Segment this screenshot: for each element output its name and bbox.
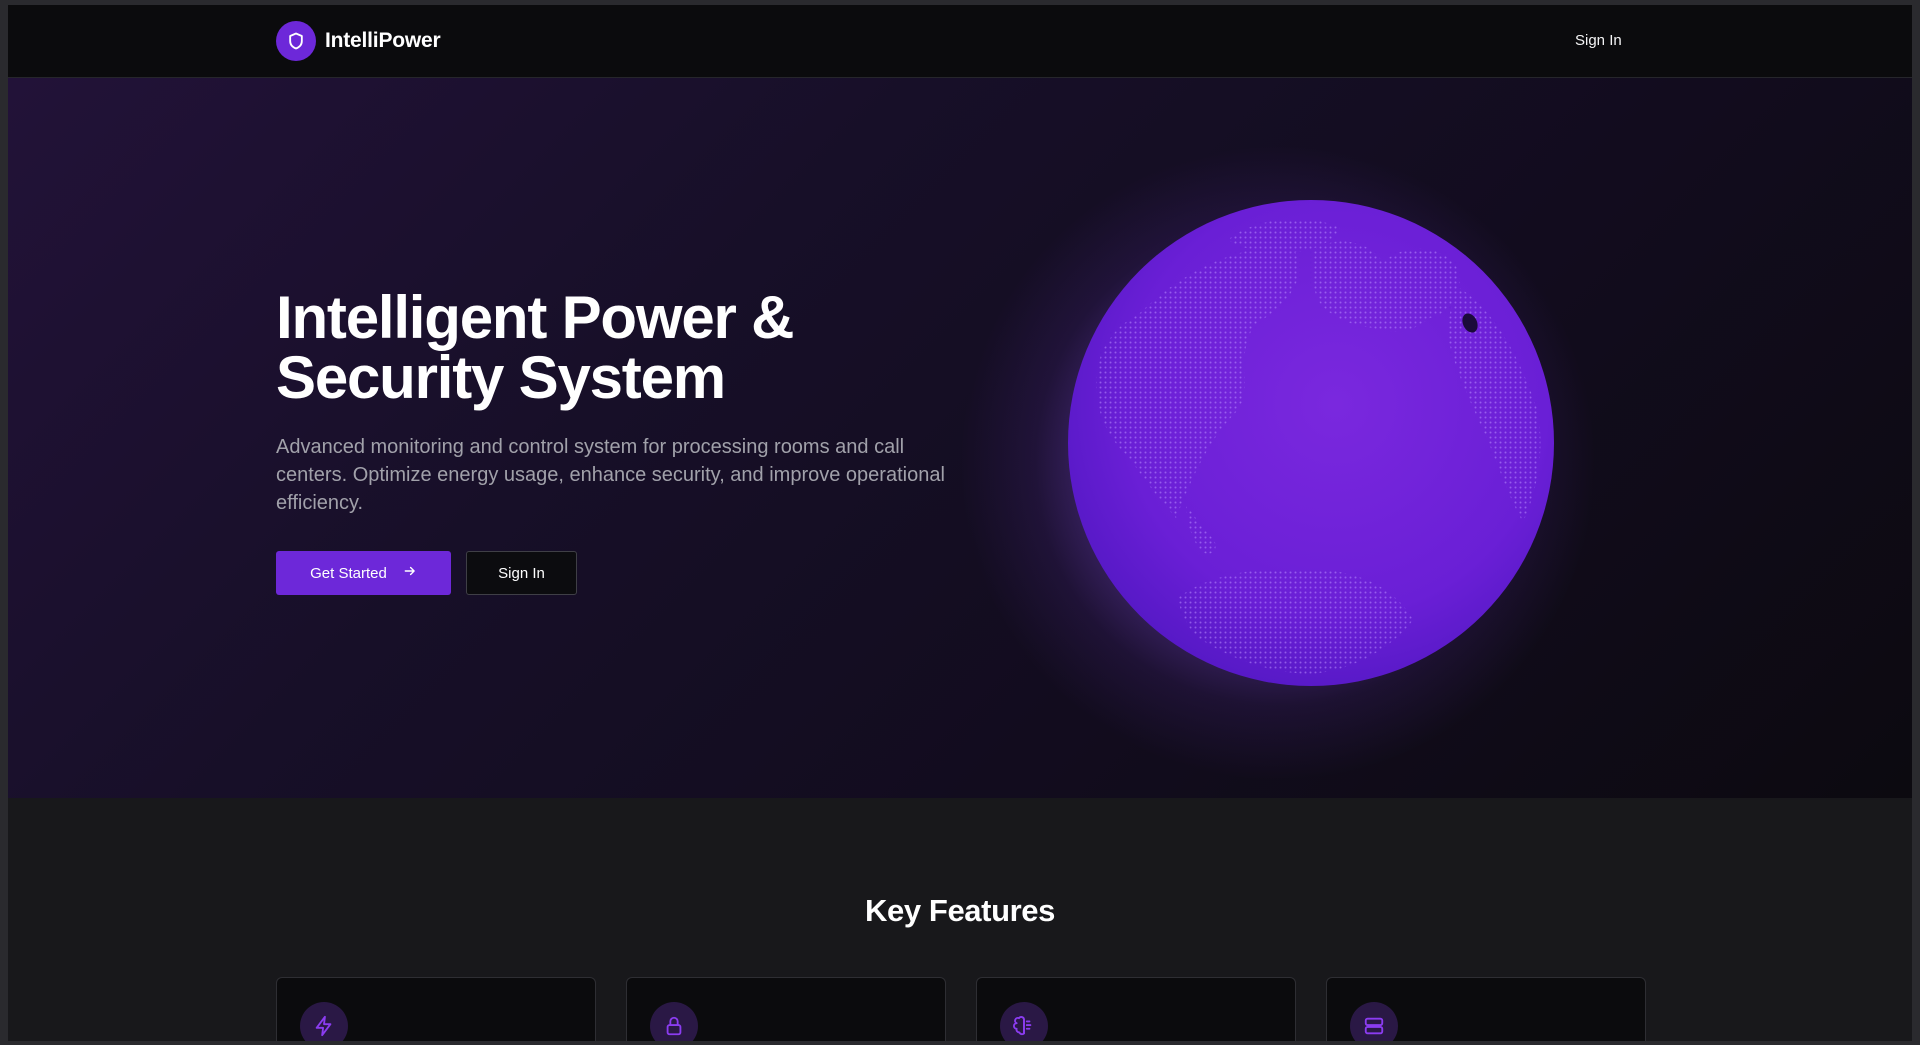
brand-name: IntelliPower bbox=[325, 29, 441, 52]
globe-illustration bbox=[1068, 200, 1554, 686]
hero-sign-in-button[interactable]: Sign In bbox=[466, 551, 577, 595]
get-started-button[interactable]: Get Started bbox=[276, 551, 451, 595]
shield-icon bbox=[276, 21, 316, 61]
brand-logo-link[interactable]: IntelliPower bbox=[276, 21, 441, 61]
feature-card bbox=[276, 977, 596, 1041]
app-window: IntelliPower Sign In Intelligent Power &… bbox=[8, 5, 1912, 1041]
arrow-right-icon bbox=[403, 564, 417, 582]
feature-card bbox=[976, 977, 1296, 1041]
hero-subtitle: Advanced monitoring and control system f… bbox=[276, 436, 945, 514]
hero-sign-in-label: Sign In bbox=[498, 564, 545, 582]
top-navbar: IntelliPower Sign In bbox=[8, 5, 1912, 78]
nav-sign-in-link[interactable]: Sign In bbox=[1575, 32, 1622, 49]
hero-section: Intelligent Power & Security System Adva… bbox=[8, 78, 1912, 798]
feature-card bbox=[1326, 977, 1646, 1041]
hero-title: Intelligent Power & Security System bbox=[276, 284, 794, 411]
feature-cards bbox=[276, 977, 1648, 1041]
lock-icon bbox=[650, 1002, 698, 1041]
get-started-label: Get Started bbox=[310, 564, 387, 582]
lightning-bolt-icon bbox=[300, 1002, 348, 1041]
brain-icon bbox=[1000, 1002, 1048, 1041]
feature-card bbox=[626, 977, 946, 1041]
key-features-heading: Key Features bbox=[865, 893, 1055, 928]
server-icon bbox=[1350, 1002, 1398, 1041]
